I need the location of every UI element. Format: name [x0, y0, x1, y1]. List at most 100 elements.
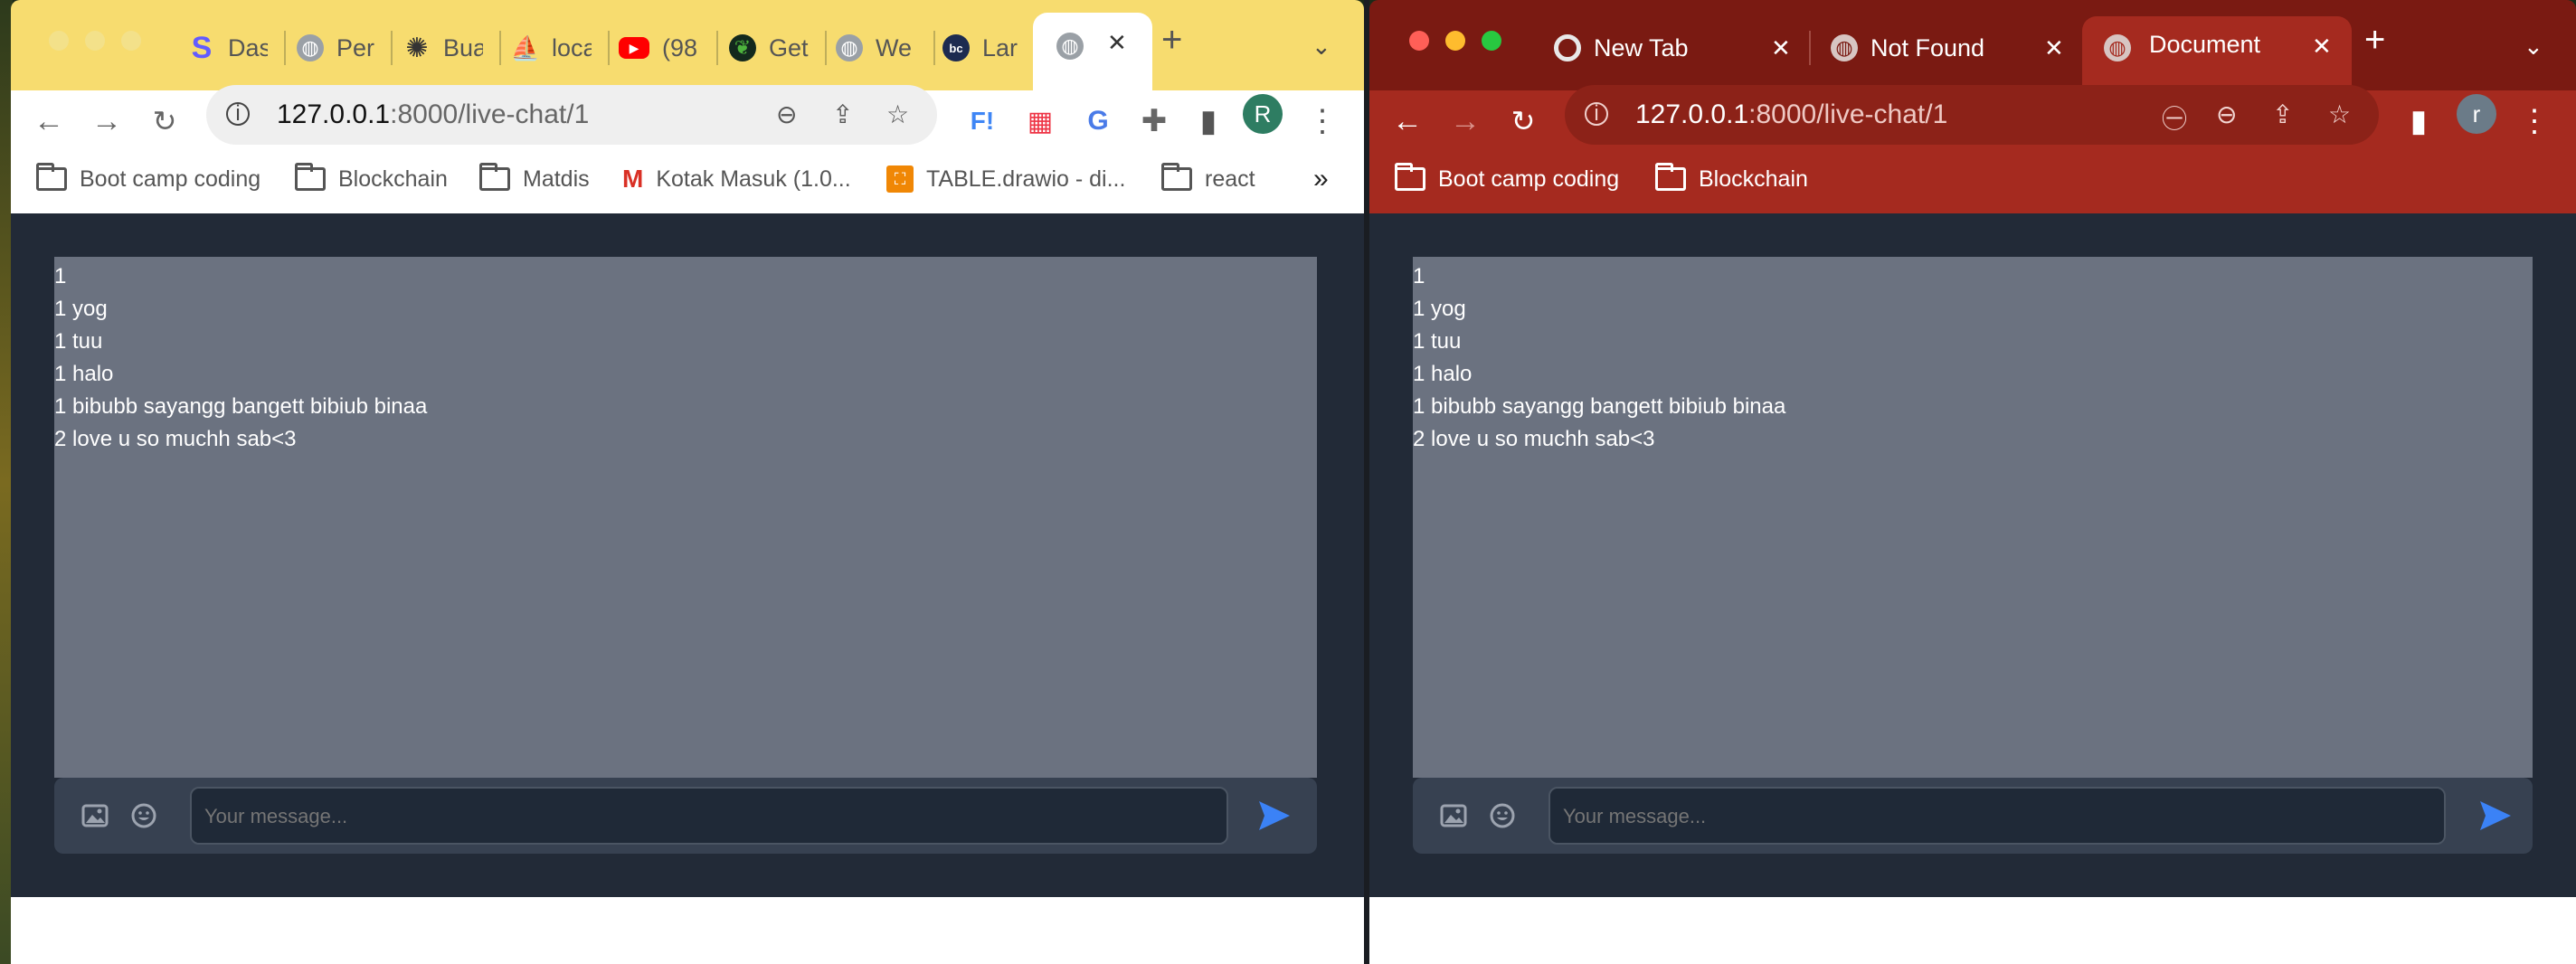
message-input[interactable]	[190, 787, 1228, 845]
bookmark-label: react	[1205, 165, 1255, 192]
message-input-bar	[54, 778, 1317, 854]
tab-title: New Tab	[1594, 33, 1689, 61]
emoji-icon[interactable]	[128, 800, 159, 831]
url-path: :8000/live-chat/1	[1748, 99, 1948, 129]
url-text[interactable]: 127.0.0.1:8000/live-chat/1	[277, 99, 589, 130]
tab-title: Per	[336, 33, 375, 61]
mongodb-icon: ❦	[729, 34, 756, 61]
zoom-icon[interactable]: ⊖	[2216, 99, 2237, 129]
tab-active[interactable]: ◍ Document ✕	[2082, 16, 2352, 94]
site-info-icon[interactable]: i	[1585, 102, 1608, 126]
tab-search-chevron-icon[interactable]: ⌄	[2524, 33, 2543, 61]
reload-icon[interactable]: ↻	[1501, 99, 1545, 143]
extension-fi-icon[interactable]: F!	[961, 99, 1004, 143]
bookmark-star-icon[interactable]: ☆	[886, 99, 909, 129]
tab-bua[interactable]: ✺ Bua	[403, 18, 503, 78]
bookmark-item[interactable]: M Kotak Masuk (1.0...	[622, 163, 851, 195]
back-icon[interactable]: ←	[27, 99, 71, 143]
bookmark-item[interactable]: Blockchain	[1655, 163, 1808, 195]
tab-separator	[825, 31, 827, 65]
image-upload-icon[interactable]	[80, 800, 110, 831]
menu-kebab-icon[interactable]: ⋮	[2513, 99, 2556, 143]
tab-localhost[interactable]: ⛵ loca	[511, 18, 611, 78]
laracasts-icon: bc	[942, 34, 970, 61]
chrome-icon	[1554, 34, 1581, 61]
extension-translate-icon[interactable]: G	[1076, 99, 1120, 143]
minimize-window-button[interactable]	[85, 31, 105, 51]
send-icon[interactable]	[2478, 799, 2513, 836]
youtube-icon: ▶	[619, 37, 649, 59]
close-tab-icon[interactable]: ✕	[1771, 34, 1791, 62]
forward-icon[interactable]: →	[1444, 99, 1487, 143]
bookmark-item[interactable]: Matdis	[479, 163, 590, 195]
chat-message: 1	[1413, 264, 1425, 288]
extension-color-icon[interactable]: ▦	[1018, 99, 1062, 143]
share-icon[interactable]: ⇪	[832, 99, 853, 129]
side-panel-icon[interactable]: ▮	[2397, 99, 2440, 143]
tab-youtube[interactable]: ▶ (98	[619, 18, 718, 78]
site-info-icon[interactable]: i	[226, 102, 250, 126]
side-panel-icon[interactable]: ▮	[1187, 99, 1230, 143]
profile-avatar[interactable]: R	[1243, 94, 1283, 134]
share-icon[interactable]: ⇪	[2272, 99, 2293, 129]
image-upload-icon[interactable]	[1438, 800, 1469, 831]
globe-icon: ◍	[836, 34, 863, 61]
minimize-window-button[interactable]	[1445, 31, 1465, 51]
forward-icon[interactable]: →	[85, 99, 128, 143]
bookmarks-overflow-button[interactable]: »	[1313, 163, 1329, 195]
translate-icon[interactable]: ㊀	[2162, 99, 2187, 136]
back-icon[interactable]: ←	[1386, 99, 1429, 143]
bookmark-item[interactable]: Boot camp coding	[1395, 163, 1619, 195]
folder-icon	[295, 163, 326, 191]
page-bottom	[11, 897, 1364, 964]
close-tab-icon[interactable]: ✕	[2312, 33, 2332, 61]
reload-icon[interactable]: ↻	[143, 99, 186, 143]
tab-search-chevron-icon[interactable]: ⌄	[1312, 33, 1331, 61]
extensions-puzzle-icon[interactable]: ✚	[1132, 99, 1176, 143]
tab-title: Bua	[443, 33, 483, 61]
new-tab-button[interactable]: +	[2364, 20, 2385, 61]
bookmark-label: Kotak Masuk (1.0...	[656, 165, 851, 192]
close-tab-icon[interactable]: ✕	[2044, 34, 2064, 62]
bookmark-star-icon[interactable]: ☆	[2328, 99, 2351, 129]
maximize-window-button[interactable]	[121, 31, 141, 51]
send-icon[interactable]	[1257, 799, 1292, 836]
tab-laracasts[interactable]: bc Lar	[942, 18, 1042, 78]
openai-icon: ✺	[405, 33, 429, 63]
message-input[interactable]	[1548, 787, 2446, 845]
address-bar[interactable]: i 127.0.0.1:8000/live-chat/1 ⊖ ⇪ ☆	[206, 85, 937, 145]
tab-dashboard[interactable]: S Das	[188, 18, 288, 78]
stripe-icon: S	[191, 30, 213, 65]
bookmark-item[interactable]: react	[1161, 163, 1255, 195]
window-controls	[1409, 31, 1501, 51]
close-window-button[interactable]	[49, 31, 69, 51]
profile-avatar[interactable]: r	[2457, 94, 2496, 134]
maximize-window-button[interactable]	[1482, 31, 1501, 51]
page-bottom	[1369, 897, 2576, 964]
bookmark-item[interactable]: ⛶ TABLE.drawio - di...	[886, 163, 1125, 195]
address-bar[interactable]: i 127.0.0.1:8000/live-chat/1 ㊀ ⊖ ⇪ ☆	[1565, 85, 2379, 145]
close-tab-icon[interactable]: ✕	[1107, 29, 1127, 57]
url-host: 127.0.0.1	[277, 99, 391, 129]
close-window-button[interactable]	[1409, 31, 1429, 51]
globe-icon: ◍	[297, 34, 324, 61]
zoom-icon[interactable]: ⊖	[776, 99, 797, 129]
tab-mongodb[interactable]: ❦ Get	[729, 18, 829, 78]
tab-strip: New Tab ✕ ◍ Not Found ✕ ◍ Document ✕ + ⌄	[1369, 0, 2576, 94]
emoji-icon[interactable]	[1487, 800, 1518, 831]
bookmark-label: Blockchain	[1699, 165, 1808, 192]
tab-active[interactable]: ◍ ✕	[1033, 13, 1152, 94]
tab-we[interactable]: ◍ We	[836, 18, 935, 78]
bookmark-label: Boot camp coding	[1438, 165, 1620, 192]
new-tab-button[interactable]: +	[1161, 20, 1182, 61]
chat-message: 1	[54, 264, 67, 288]
chat-message: 1 yog	[54, 297, 108, 321]
url-text[interactable]: 127.0.0.1:8000/live-chat/1	[1635, 99, 1947, 130]
message-list: 1 1 yog 1 tuu 1 halo 1 bibubb sayangg ba…	[54, 260, 427, 456]
tab-title: We	[876, 33, 913, 61]
menu-kebab-icon[interactable]: ⋮	[1301, 99, 1344, 143]
bookmark-item[interactable]: Blockchain	[295, 163, 448, 195]
tab-per[interactable]: ◍ Per	[297, 18, 396, 78]
folder-icon	[1161, 163, 1192, 191]
bookmark-item[interactable]: Boot camp coding	[36, 163, 260, 195]
